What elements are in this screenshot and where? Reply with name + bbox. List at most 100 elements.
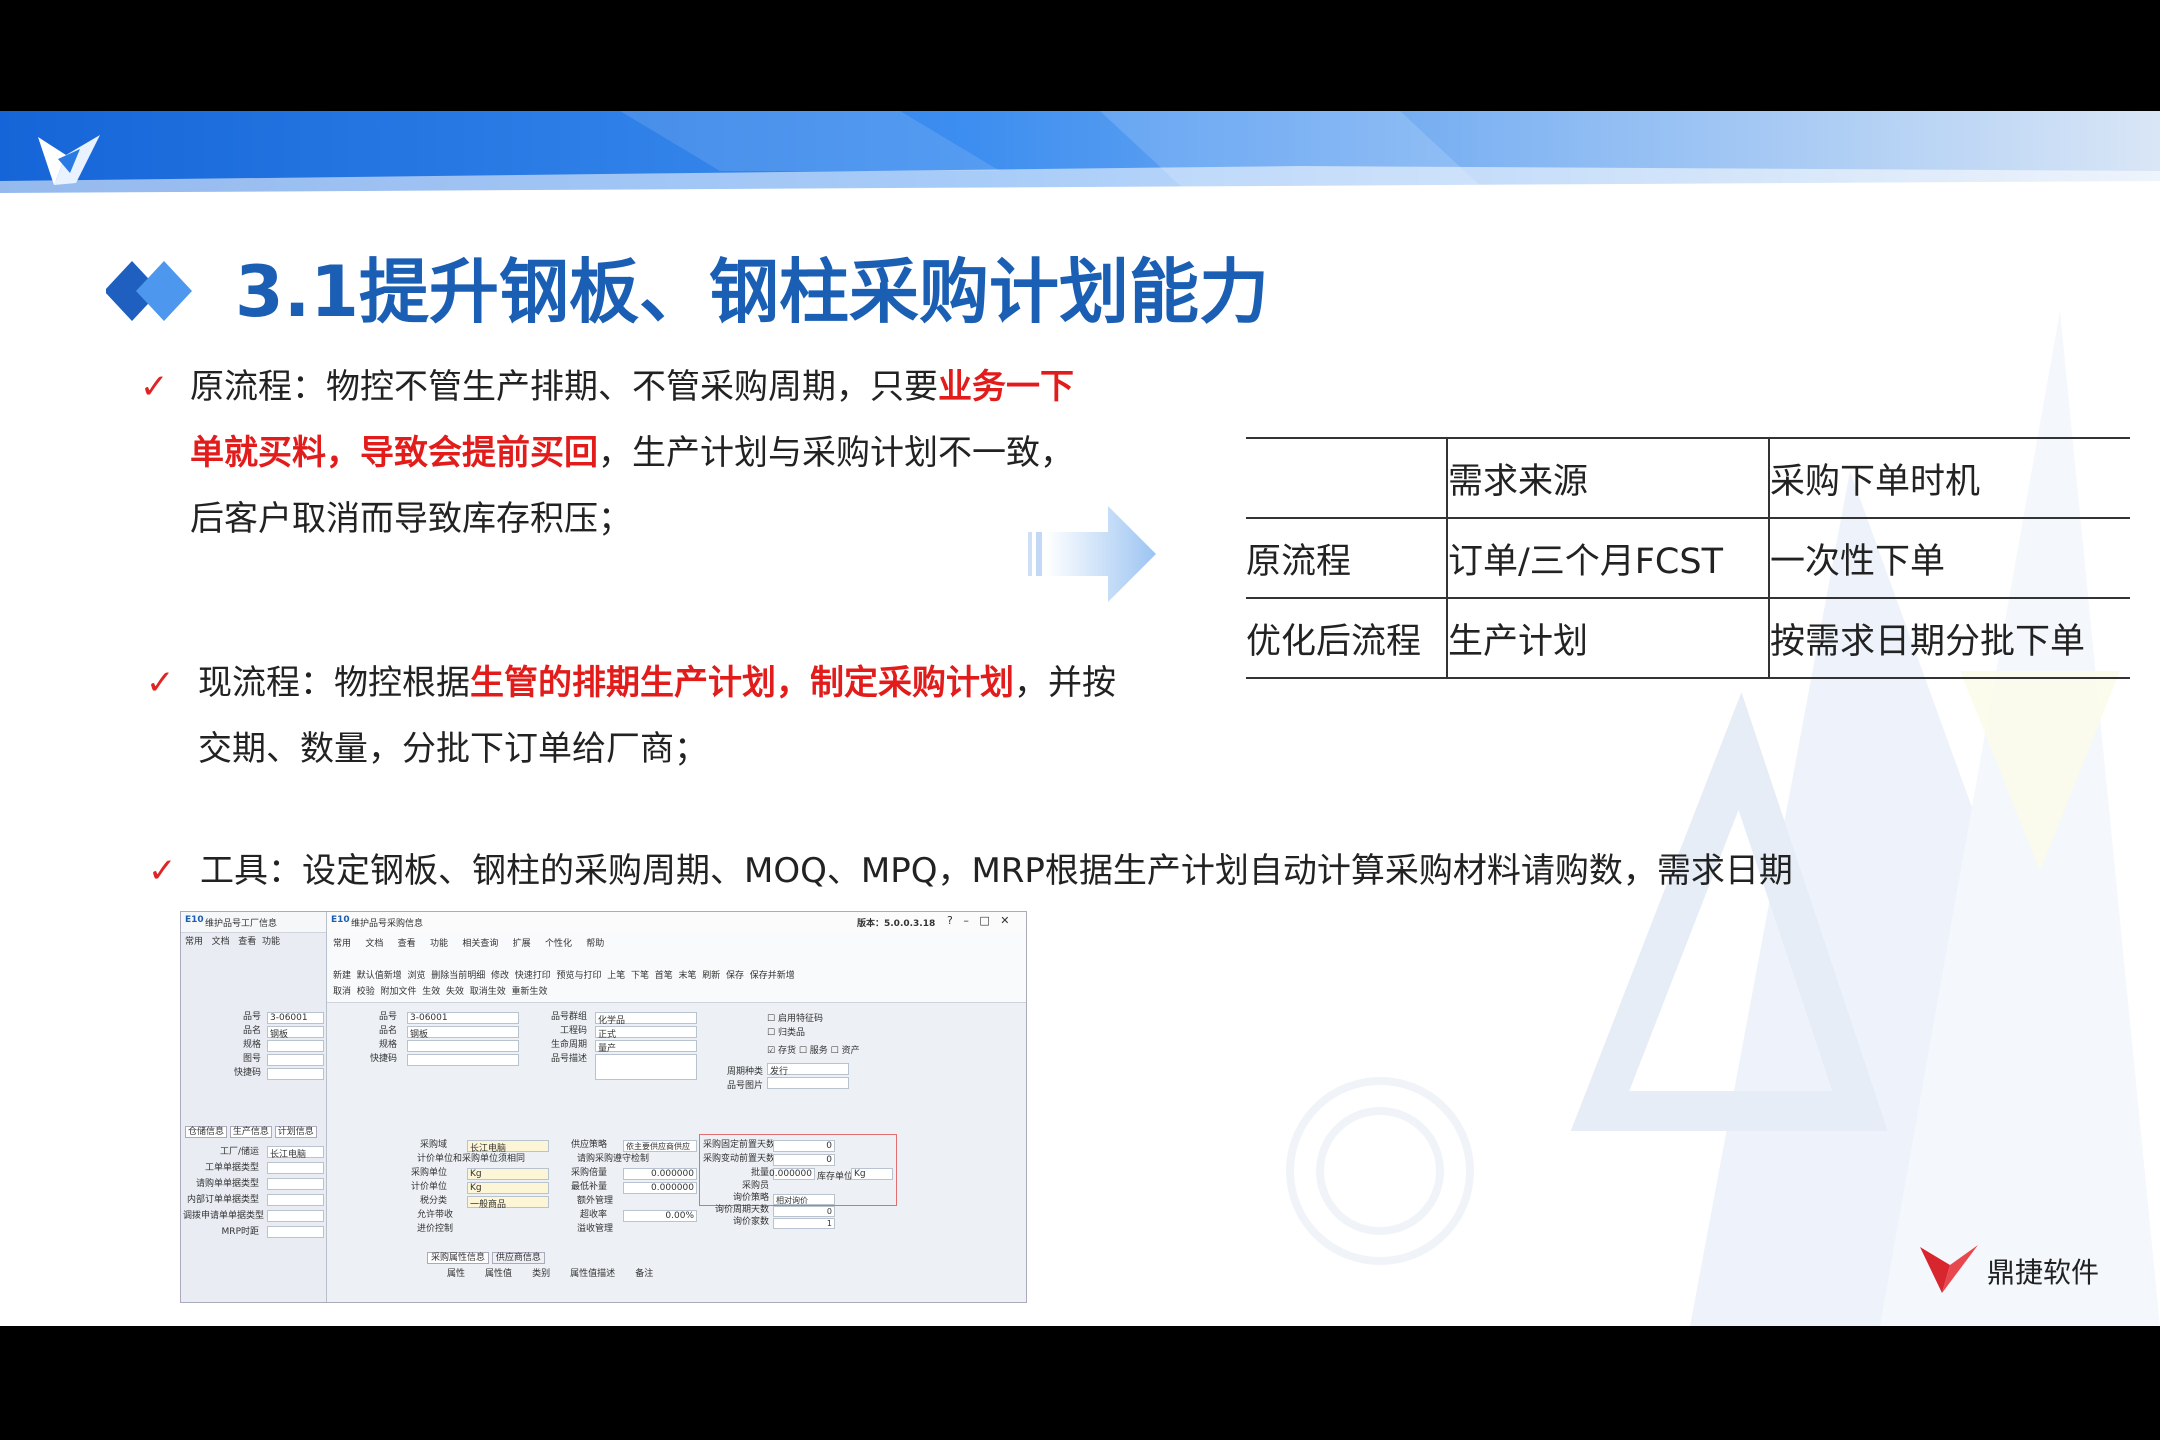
plant-field[interactable]: 长江电脑 bbox=[267, 1146, 324, 1160]
spec-field[interactable] bbox=[407, 1040, 519, 1052]
text: 原流程：物控不管生产排期、不管采购周期，只要 bbox=[190, 367, 938, 407]
pr-doc-type-field[interactable] bbox=[267, 1178, 324, 1190]
purchase-multiple-field[interactable]: 0.000000 bbox=[623, 1168, 697, 1180]
page-title: 3.1提升钢板、钢柱采购计划能力 bbox=[235, 251, 1270, 333]
tab[interactable]: 功能 bbox=[262, 937, 280, 947]
item-no-field[interactable]: 3-06001 bbox=[407, 1012, 519, 1024]
tab[interactable]: 个性化 bbox=[545, 939, 572, 949]
batch-field[interactable]: 0.000000 bbox=[769, 1168, 815, 1180]
value: 0.000000 bbox=[651, 1169, 694, 1179]
attach-button[interactable]: 附加文件 bbox=[381, 987, 417, 997]
slide: 3.1提升钢板、钢柱采购计划能力 ✓ 原流程：物控不管生产排期、不管采购周期，只… bbox=[0, 111, 2160, 1326]
mid-labels: 品号 品名 规格 快捷码 bbox=[357, 1010, 397, 1066]
left-item-name-field[interactable]: 钢板 bbox=[267, 1026, 324, 1040]
ribbon-tabs: 常用 文档 查看 功能 相关查询 扩展 个性化 帮助 bbox=[333, 936, 604, 949]
deactivate-button[interactable]: 失效 bbox=[446, 987, 464, 997]
tab[interactable]: 文档 bbox=[212, 937, 230, 947]
tab[interactable]: 仓储信息 bbox=[185, 1126, 228, 1138]
tab[interactable]: 供应商信息 bbox=[491, 1252, 545, 1264]
left-item-no-field[interactable]: 3-06001 bbox=[267, 1012, 324, 1024]
print-preview-button[interactable]: 预览与打印 bbox=[557, 971, 602, 981]
item-desc-field[interactable] bbox=[595, 1054, 697, 1080]
shortcut-field[interactable] bbox=[407, 1054, 519, 1066]
variable-lead-days-field[interactable]: 0 bbox=[773, 1154, 835, 1166]
fixed-lead-days-field[interactable]: 0 bbox=[773, 1140, 835, 1152]
inquiry-strategy-field[interactable]: 相对询价 bbox=[773, 1194, 835, 1205]
io-doc-type-field[interactable] bbox=[267, 1194, 324, 1206]
tab[interactable]: 计划信息 bbox=[274, 1126, 317, 1138]
label: 存货 bbox=[777, 1046, 796, 1056]
flag-checkbox[interactable]: ☐ 归类品 bbox=[767, 1026, 860, 1040]
supply-strategy-field[interactable]: 依主要供应商供应 bbox=[623, 1140, 697, 1152]
left-shortcut-field[interactable] bbox=[267, 1068, 324, 1080]
column-header: 属性值 bbox=[485, 1269, 513, 1279]
default-new-button[interactable]: 默认值新增 bbox=[357, 971, 402, 981]
last-button[interactable]: 末笔 bbox=[679, 971, 697, 981]
item-group-field[interactable]: 化学品 bbox=[595, 1012, 697, 1026]
tab[interactable]: 帮助 bbox=[586, 939, 604, 949]
tab[interactable]: 扩展 bbox=[513, 939, 531, 949]
supply-labels: 供应策略 请购采购遵守检制 采购倍量 最低补量 额外管理 超收率 溢收管理 bbox=[557, 1138, 649, 1236]
wo-doc-type-field[interactable] bbox=[267, 1162, 324, 1174]
inquiry-count-field[interactable]: 1 bbox=[773, 1218, 835, 1229]
label: 图号 bbox=[242, 1054, 261, 1064]
tab[interactable]: 常用 bbox=[333, 939, 351, 949]
save-button[interactable]: 保存 bbox=[726, 971, 744, 981]
tab[interactable]: 功能 bbox=[430, 939, 448, 949]
engineering-code-field[interactable]: 正式 bbox=[595, 1026, 697, 1040]
tax-class-field[interactable]: 一般商品 bbox=[467, 1196, 549, 1210]
window-controls-icon[interactable]: ? – □ ✕ bbox=[947, 914, 1009, 927]
cancel-activate-button[interactable]: 取消生效 bbox=[470, 987, 506, 997]
label: 快捷码 bbox=[369, 1054, 397, 1064]
first-button[interactable]: 首笔 bbox=[655, 971, 673, 981]
bullet-line: 后客户取消而导致库存积压； bbox=[190, 499, 632, 539]
tab[interactable]: 相关查询 bbox=[462, 939, 498, 949]
left-spec-field[interactable] bbox=[267, 1040, 324, 1052]
purchase-unit-field[interactable]: Kg bbox=[467, 1168, 549, 1180]
bullet-original-process: 原流程：物控不管生产排期、不管采购周期，只要业务一下 单就买料，导致会提前买回，… bbox=[190, 354, 1074, 552]
mrp-period-field[interactable] bbox=[267, 1226, 324, 1238]
purchase-domain-field[interactable]: 长江电脑 bbox=[467, 1140, 549, 1154]
item-name-field[interactable]: 钢板 bbox=[407, 1026, 519, 1040]
browse-button[interactable]: 浏览 bbox=[408, 971, 426, 981]
comparison-table: 需求来源 采购下单时机 原流程 订单/三个月FCST 一次性下单 优化后流程 生… bbox=[1246, 437, 2130, 679]
tab[interactable]: 采购属性信息 bbox=[427, 1252, 490, 1264]
validate-button[interactable]: 校验 bbox=[357, 987, 375, 997]
left-drawing-field[interactable] bbox=[267, 1054, 324, 1066]
save-new-button[interactable]: 保存并新增 bbox=[750, 971, 795, 981]
pic-field[interactable] bbox=[767, 1077, 849, 1089]
lifecycle-field[interactable]: 量产 bbox=[595, 1040, 697, 1054]
label: 请购单单据类型 bbox=[195, 1179, 259, 1189]
over-receipt-field[interactable]: 0.00% bbox=[623, 1210, 697, 1222]
table-row: 原流程 订单/三个月FCST 一次性下单 bbox=[1246, 517, 2130, 599]
stock-unit-field[interactable]: Kg bbox=[851, 1168, 893, 1180]
delete-detail-button[interactable]: 删除当前明细 bbox=[431, 971, 485, 981]
period-field[interactable]: 发行 bbox=[767, 1063, 849, 1077]
next-button[interactable]: 下笔 bbox=[631, 971, 649, 981]
min-supply-field[interactable]: 0.000000 bbox=[623, 1182, 697, 1194]
value: 0 bbox=[826, 1155, 832, 1165]
flag-checkbox[interactable]: ☐ 启用特征码 bbox=[767, 1012, 860, 1026]
highlight-text: 单就买料，导致会提前买回 bbox=[190, 433, 598, 473]
cancel-button[interactable]: 取消 bbox=[333, 987, 351, 997]
new-button[interactable]: 新建 bbox=[333, 971, 351, 981]
inquiry-days-field[interactable]: 0 bbox=[773, 1206, 835, 1217]
table-row: 优化后流程 生产计划 按需求日期分批下单 bbox=[1246, 597, 2130, 679]
tab[interactable]: 查看 bbox=[238, 937, 256, 947]
value: 0 bbox=[826, 1207, 832, 1216]
refresh-button[interactable]: 刷新 bbox=[702, 971, 720, 981]
modify-button[interactable]: 修改 bbox=[491, 971, 509, 981]
reactivate-button[interactable]: 重新生效 bbox=[512, 987, 548, 997]
erp-screenshot: E10 维护品号工厂信息 常用 文档 查看 功能 E10 维护品号采购信息 版本… bbox=[180, 911, 1027, 1303]
tab[interactable]: 生产信息 bbox=[229, 1126, 272, 1138]
prev-button[interactable]: 上笔 bbox=[607, 971, 625, 981]
tr-doc-type-field[interactable] bbox=[267, 1210, 324, 1222]
tab[interactable]: 文档 bbox=[365, 939, 383, 949]
label: 品号群组 bbox=[550, 1012, 587, 1022]
pricing-unit-field[interactable]: Kg bbox=[467, 1182, 549, 1194]
activate-button[interactable]: 生效 bbox=[422, 987, 440, 997]
quick-print-button[interactable]: 快速打印 bbox=[515, 971, 551, 981]
tab[interactable]: 查看 bbox=[398, 939, 416, 949]
table-cell: 采购下单时机 bbox=[1768, 437, 2130, 519]
tab[interactable]: 常用 bbox=[185, 937, 203, 947]
